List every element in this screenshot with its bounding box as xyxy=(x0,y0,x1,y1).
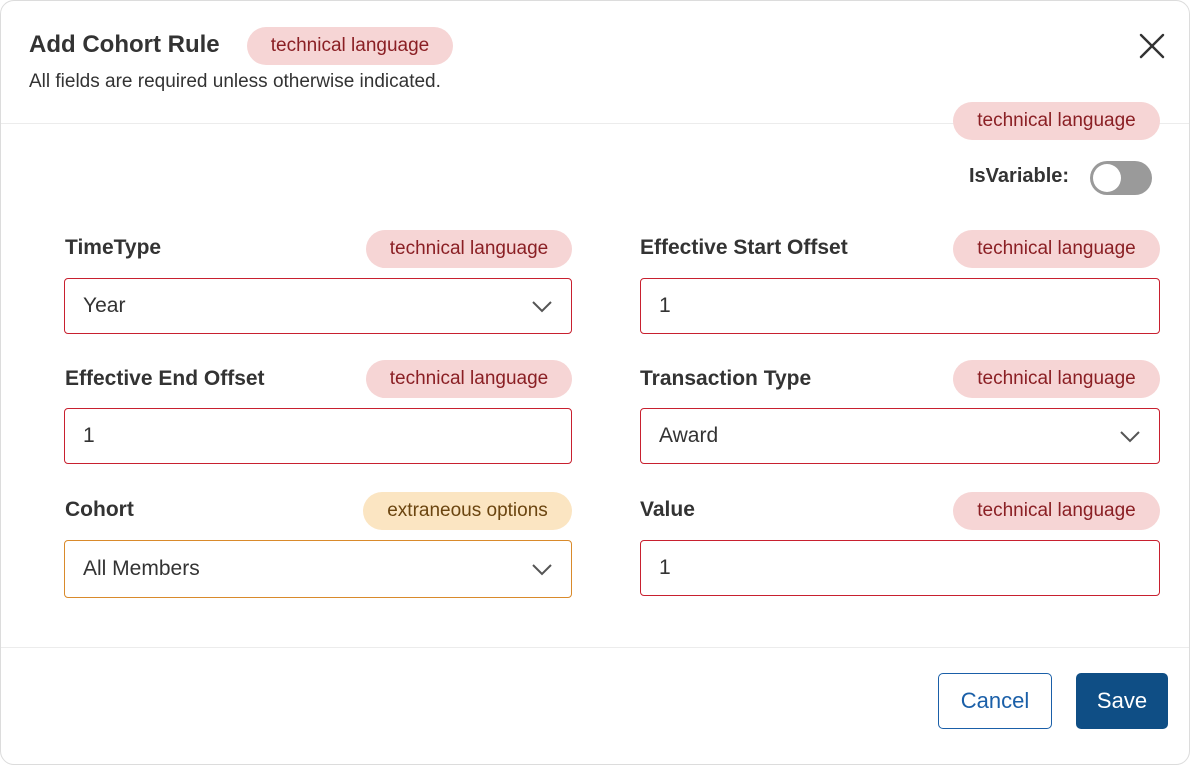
chevron-down-icon xyxy=(1120,431,1140,443)
modal-title: Add Cohort Rule xyxy=(29,31,220,58)
cohort-select[interactable]: All Members xyxy=(64,540,572,598)
title-technical-language-badge: technical language xyxy=(247,27,453,65)
timetype-technical-language-badge: technical language xyxy=(366,230,572,268)
modal-subtitle: All fields are required unless otherwise… xyxy=(29,71,441,92)
effective-start-offset-value: 1 xyxy=(659,294,671,317)
add-cohort-rule-modal: Add Cohort Rule technical language All f… xyxy=(0,0,1190,765)
effective-start-offset-input[interactable]: 1 xyxy=(640,278,1160,334)
effective-end-offset-technical-language-badge: technical language xyxy=(366,360,572,398)
effective-end-offset-label: Effective End Offset xyxy=(65,367,265,390)
effective-start-offset-label: Effective Start Offset xyxy=(640,236,848,259)
cohort-extraneous-options-badge: extraneous options xyxy=(363,492,572,530)
value-value: 1 xyxy=(659,556,671,579)
timetype-select[interactable]: Year xyxy=(64,278,572,334)
timetype-label: TimeType xyxy=(65,236,162,259)
transaction-type-value: Award xyxy=(659,424,719,447)
cancel-button[interactable]: Cancel xyxy=(938,673,1052,729)
value-technical-language-badge: technical language xyxy=(953,492,1160,530)
transaction-type-select[interactable]: Award xyxy=(640,408,1160,464)
effective-start-offset-technical-language-badge: technical language xyxy=(953,230,1160,268)
toggle-knob xyxy=(1093,164,1121,192)
chevron-down-icon xyxy=(532,564,552,576)
cohort-value: All Members xyxy=(83,557,200,580)
close-button[interactable] xyxy=(1137,31,1167,61)
isvariable-toggle[interactable] xyxy=(1090,161,1152,195)
transaction-type-technical-language-badge: technical language xyxy=(953,360,1160,398)
chevron-down-icon xyxy=(532,301,552,313)
effective-end-offset-value: 1 xyxy=(83,424,95,447)
isvariable-label: IsVariable: xyxy=(969,165,1070,187)
cohort-label: Cohort xyxy=(65,498,134,521)
transaction-type-label: Transaction Type xyxy=(640,367,812,390)
isvariable-technical-language-badge: technical language xyxy=(953,102,1160,140)
value-label: Value xyxy=(640,498,695,521)
effective-end-offset-input[interactable]: 1 xyxy=(64,408,572,464)
close-icon xyxy=(1139,33,1165,59)
save-button[interactable]: Save xyxy=(1076,673,1168,729)
timetype-value: Year xyxy=(83,294,126,317)
footer-divider xyxy=(1,647,1189,648)
value-input[interactable]: 1 xyxy=(640,540,1160,596)
